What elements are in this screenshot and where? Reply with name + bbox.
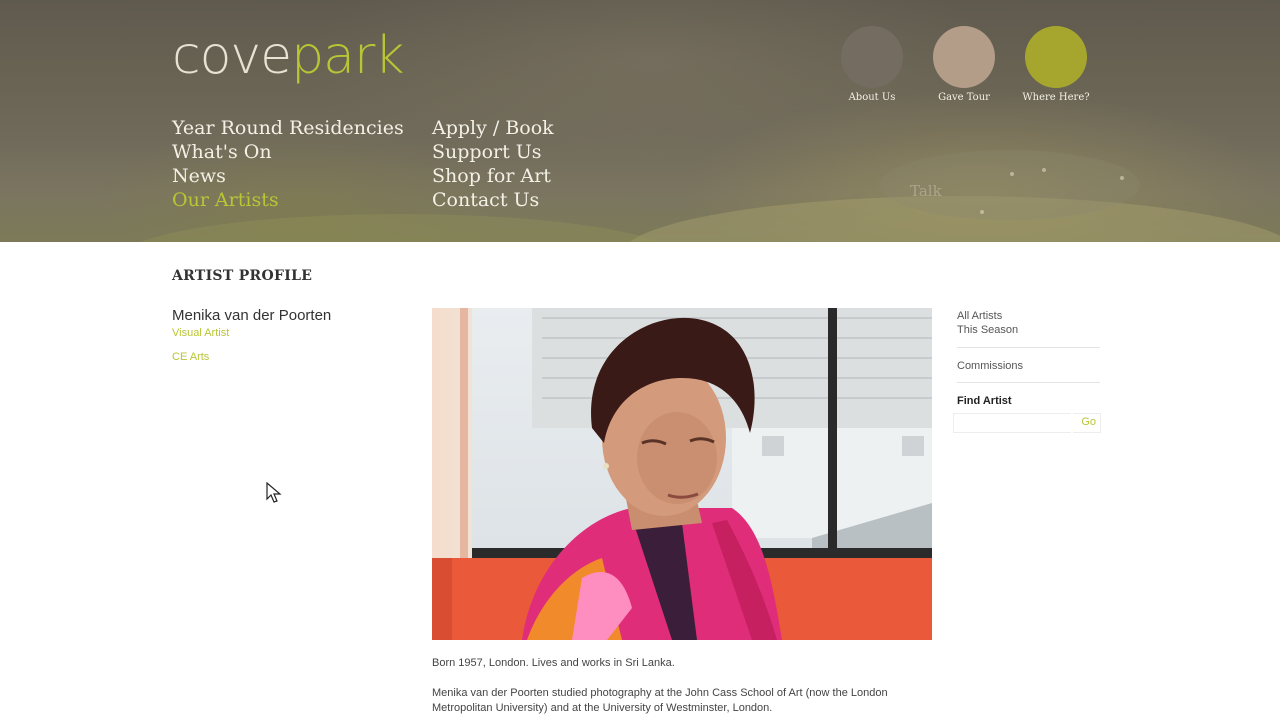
portrait-illustration (432, 308, 932, 640)
sidebar-artist-filters: All Artists This Season (957, 309, 1100, 337)
background-speck (1120, 176, 1124, 180)
nav-support-us[interactable]: Support Us (432, 140, 554, 164)
sidebar-this-season-link[interactable]: This Season (957, 323, 1100, 337)
gave-tour-circle[interactable] (933, 26, 995, 88)
nav-apply-book[interactable]: Apply / Book (432, 116, 554, 140)
artist-portrait-photo (432, 308, 932, 640)
site-logo[interactable]: covepark (172, 24, 405, 88)
find-artist-form: Go (953, 413, 1101, 435)
sidebar-commissions-group: Commissions (957, 359, 1100, 373)
where-here-label: Where Here? (1022, 92, 1090, 103)
find-artist-input[interactable] (953, 413, 1071, 433)
artist-category-link[interactable]: CE Arts (172, 351, 209, 363)
gave-tour-button[interactable]: Gave Tour (932, 26, 996, 103)
main-nav-column-1: Year Round Residencies What's On News Ou… (172, 116, 404, 212)
nav-our-artists[interactable]: Our Artists (172, 188, 404, 212)
about-us-button[interactable]: About Us (840, 26, 904, 103)
gave-tour-label: Gave Tour (938, 92, 990, 103)
logo-text-cove: cove (172, 26, 292, 86)
about-us-circle[interactable] (841, 26, 903, 88)
about-us-label: About Us (848, 92, 896, 103)
artist-role: Visual Artist (172, 327, 230, 339)
nav-year-round-residencies[interactable]: Year Round Residencies (172, 116, 404, 140)
sidebar-divider (957, 382, 1100, 383)
find-artist-heading: Find Artist (957, 395, 1012, 407)
sidebar-divider (957, 347, 1100, 348)
logo-text-park: park (291, 26, 404, 86)
nav-whats-on[interactable]: What's On (172, 140, 404, 164)
nav-news[interactable]: News (172, 164, 404, 188)
site-header: covepark Year Round Residencies What's O… (0, 0, 1280, 242)
sidebar-all-artists-link[interactable]: All Artists (957, 309, 1100, 323)
background-speck (980, 210, 984, 214)
background-speck (1010, 172, 1014, 176)
artist-bio-paragraph: Menika van der Poorten studied photograp… (432, 687, 888, 714)
sidebar-commissions-link[interactable]: Commissions (957, 359, 1100, 373)
where-here-circle[interactable] (1025, 26, 1087, 88)
mouse-cursor-icon (266, 482, 282, 503)
nav-contact-us[interactable]: Contact Us (432, 188, 554, 212)
where-here-button[interactable]: Where Here? (1022, 26, 1090, 103)
find-artist-go-button[interactable]: Go (1073, 413, 1101, 433)
main-nav-column-2: Apply / Book Support Us Shop for Art Con… (432, 116, 554, 212)
page-title: ARTIST PROFILE (172, 268, 313, 284)
background-speck (1042, 168, 1046, 172)
artist-bio-intro: Born 1957, London. Lives and works in Sr… (432, 657, 675, 669)
background-hill (120, 214, 680, 242)
artist-name: Menika van der Poorten (172, 307, 332, 324)
nav-shop-for-art[interactable]: Shop for Art (432, 164, 554, 188)
header-faint-text: Talk (910, 182, 942, 200)
